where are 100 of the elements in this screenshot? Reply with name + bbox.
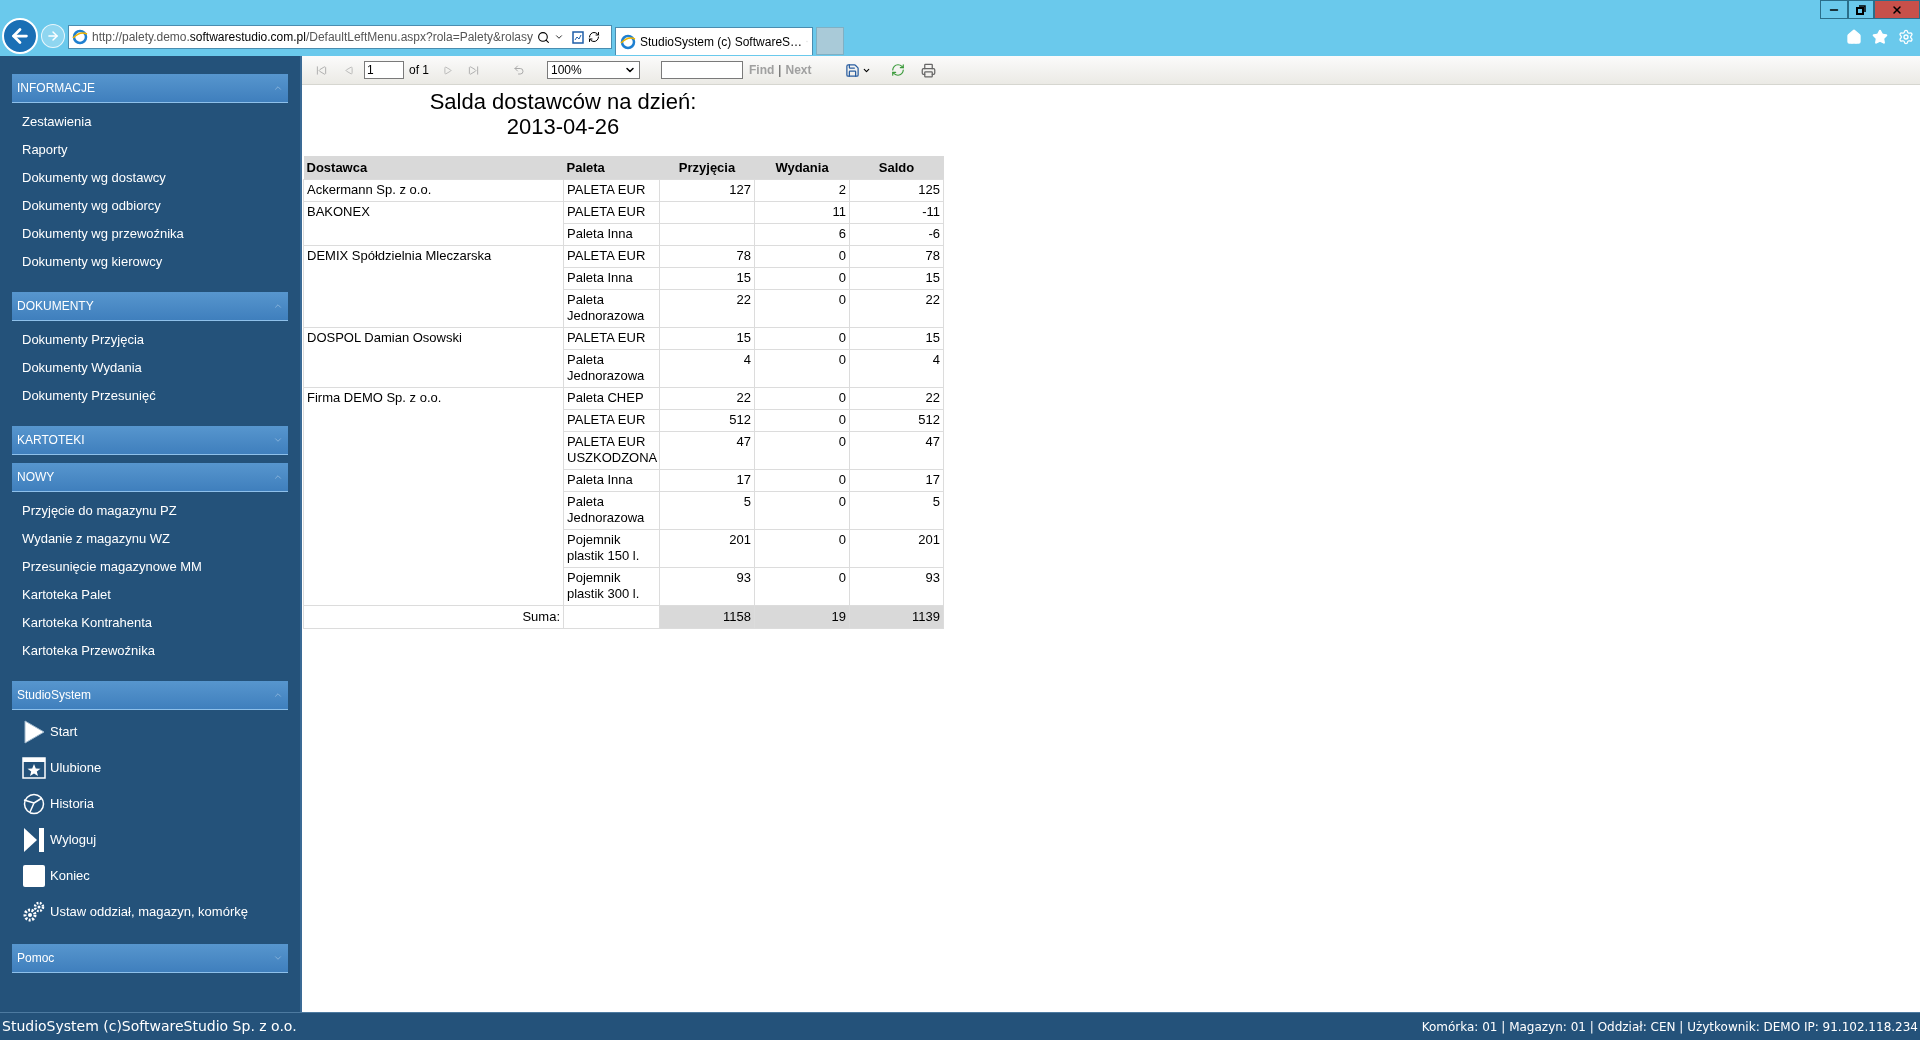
table-cell: Pojemnik plastik 150 l. xyxy=(563,529,660,567)
back-arrow-icon[interactable] xyxy=(513,64,525,76)
menu-item[interactable]: Ustaw oddział, magazyn, komórkę xyxy=(50,902,248,922)
print-icon[interactable] xyxy=(921,62,937,78)
section-header[interactable]: StudioSystem xyxy=(12,681,288,710)
menu-item[interactable]: Dokumenty wg kierowcy xyxy=(22,248,163,276)
supplier-cell: Firma DEMO Sp. z o.o. xyxy=(303,387,564,605)
page-field[interactable]: 1 xyxy=(364,61,404,79)
save-icon[interactable] xyxy=(845,62,861,78)
menu-item[interactable]: Historia xyxy=(50,794,95,814)
table-cell: 47 xyxy=(849,431,944,469)
table-cell: 0 xyxy=(754,387,850,409)
address-field[interactable]: http://palety.demo.softwarestudio.com.pl/DefaultLeftMenu.aspx?rola=Palety&rolasy xyxy=(68,25,612,49)
table-cell: 0 xyxy=(754,289,850,327)
forward-button[interactable] xyxy=(41,24,65,48)
globe-e-icon xyxy=(620,33,636,50)
restore-button[interactable] xyxy=(1848,0,1874,19)
total-label: Suma: xyxy=(303,605,564,628)
page-icon[interactable] xyxy=(572,30,585,44)
table-cell: Pojemnik plastik 300 l. xyxy=(563,567,660,605)
table-cell: 17 xyxy=(849,469,944,491)
table-cell: PALETA EUR xyxy=(563,179,660,201)
table-cell: Paleta Jednorazowa xyxy=(563,349,660,387)
menu-item[interactable]: Koniec xyxy=(50,866,90,886)
refresh-icon[interactable] xyxy=(588,31,601,43)
table-cell: 0 xyxy=(754,529,850,567)
section-header[interactable]: KARTOTEKI xyxy=(12,426,288,455)
play-icon xyxy=(22,720,46,744)
table-cell: 15 xyxy=(659,267,755,289)
find-field[interactable] xyxy=(661,61,743,79)
separator: | xyxy=(778,62,782,79)
column-header: Saldo xyxy=(849,156,944,179)
table-cell: 15 xyxy=(849,267,944,289)
table-cell: 6 xyxy=(754,223,850,245)
table-cell: 5 xyxy=(659,491,755,529)
settings-icon[interactable] xyxy=(1898,29,1914,45)
table-cell: PALETA EUR xyxy=(563,201,660,223)
last-page-icon[interactable] xyxy=(468,64,479,76)
table-cell: 127 xyxy=(659,179,755,201)
table-cell: 22 xyxy=(659,387,755,409)
column-header: Dostawca xyxy=(303,156,564,179)
history-icon xyxy=(22,792,46,816)
section-header[interactable]: INFORMACJE xyxy=(12,74,288,103)
table-cell: Paleta Jednorazowa xyxy=(563,491,660,529)
menu-item[interactable]: Dokumenty Przyjęcia xyxy=(22,326,145,354)
zoom-select[interactable]: 100% xyxy=(547,61,640,79)
menu-item[interactable]: Przyjęcie do magazynu PZ xyxy=(22,497,177,525)
table-cell: -11 xyxy=(849,201,944,223)
supplier-cell: Ackermann Sp. z o.o. xyxy=(303,179,564,201)
column-header: Paleta xyxy=(563,156,660,179)
chevron-down-icon xyxy=(273,435,283,445)
table-cell: 0 xyxy=(754,469,850,491)
menu-item[interactable]: Dokumenty Wydania xyxy=(22,354,142,382)
table-cell: Paleta CHEP xyxy=(563,387,660,409)
chevron-up-icon xyxy=(273,472,283,482)
report-title: Salda dostawców na dzień: xyxy=(429,89,697,114)
table-cell: 17 xyxy=(659,469,755,491)
column-header: Przyjęcia xyxy=(659,156,755,179)
menu-item[interactable]: Ulubione xyxy=(50,758,102,778)
table-cell: 2 xyxy=(754,179,850,201)
table-cell: PALETA EUR xyxy=(563,245,660,267)
menu-item[interactable]: Zestawienia xyxy=(22,108,92,136)
menu-item[interactable]: Dokumenty wg odbiorcy xyxy=(22,192,161,220)
table-cell: 4 xyxy=(659,349,755,387)
chevron-up-icon xyxy=(273,83,283,93)
star-icon[interactable] xyxy=(1872,29,1888,45)
menu-item[interactable]: Wyloguj xyxy=(50,830,97,850)
menu-item[interactable]: Kartoteka Kontrahenta xyxy=(22,609,153,637)
supplier-cell: BAKONEX xyxy=(303,201,564,245)
caret-icon[interactable] xyxy=(554,32,565,42)
menu-item[interactable]: Start xyxy=(50,722,78,742)
menu-item[interactable]: Dokumenty wg dostawcy xyxy=(22,164,166,192)
home-icon[interactable] xyxy=(1846,29,1862,45)
section-header[interactable]: DOKUMENTY xyxy=(12,292,288,321)
table-cell: 78 xyxy=(849,245,944,267)
supplier-cell: DEMIX Spółdzielnia Mleczarska xyxy=(303,245,564,327)
table-cell: 47 xyxy=(659,431,755,469)
back-button[interactable] xyxy=(2,18,38,54)
table-cell: Paleta Inna xyxy=(563,469,660,491)
search-icon[interactable] xyxy=(537,30,551,44)
menu-item[interactable]: Przesunięcie magazynowe MM xyxy=(22,553,202,581)
menu-item[interactable]: Raporty xyxy=(22,136,68,164)
menu-item[interactable]: Dokumenty wg przewoźnika xyxy=(22,220,184,248)
column-header: Wydania xyxy=(754,156,850,179)
menu-item[interactable]: Kartoteka Przewoźnika xyxy=(22,637,155,665)
table-cell: PALETA EUR xyxy=(563,409,660,431)
menu-item[interactable]: Kartoteka Palet xyxy=(22,581,111,609)
first-page-icon[interactable] xyxy=(316,64,327,76)
table-cell: PALETA EUR xyxy=(563,327,660,349)
section-header[interactable]: Pomoc xyxy=(12,944,288,973)
browser-tab[interactable]: StudioSystem (c) SoftwareS… xyxy=(615,27,813,55)
table-cell: 15 xyxy=(849,327,944,349)
section-header[interactable]: NOWY xyxy=(12,463,288,492)
chevron-down-icon xyxy=(273,953,283,963)
minimize-button[interactable] xyxy=(1820,0,1848,19)
table-cell: 0 xyxy=(754,431,850,469)
table-cell: Paleta Jednorazowa xyxy=(563,289,660,327)
close-icon xyxy=(1891,3,1903,16)
menu-item[interactable]: Wydanie z magazynu WZ xyxy=(22,525,170,553)
menu-item[interactable]: Dokumenty Przesunięć xyxy=(22,382,156,410)
